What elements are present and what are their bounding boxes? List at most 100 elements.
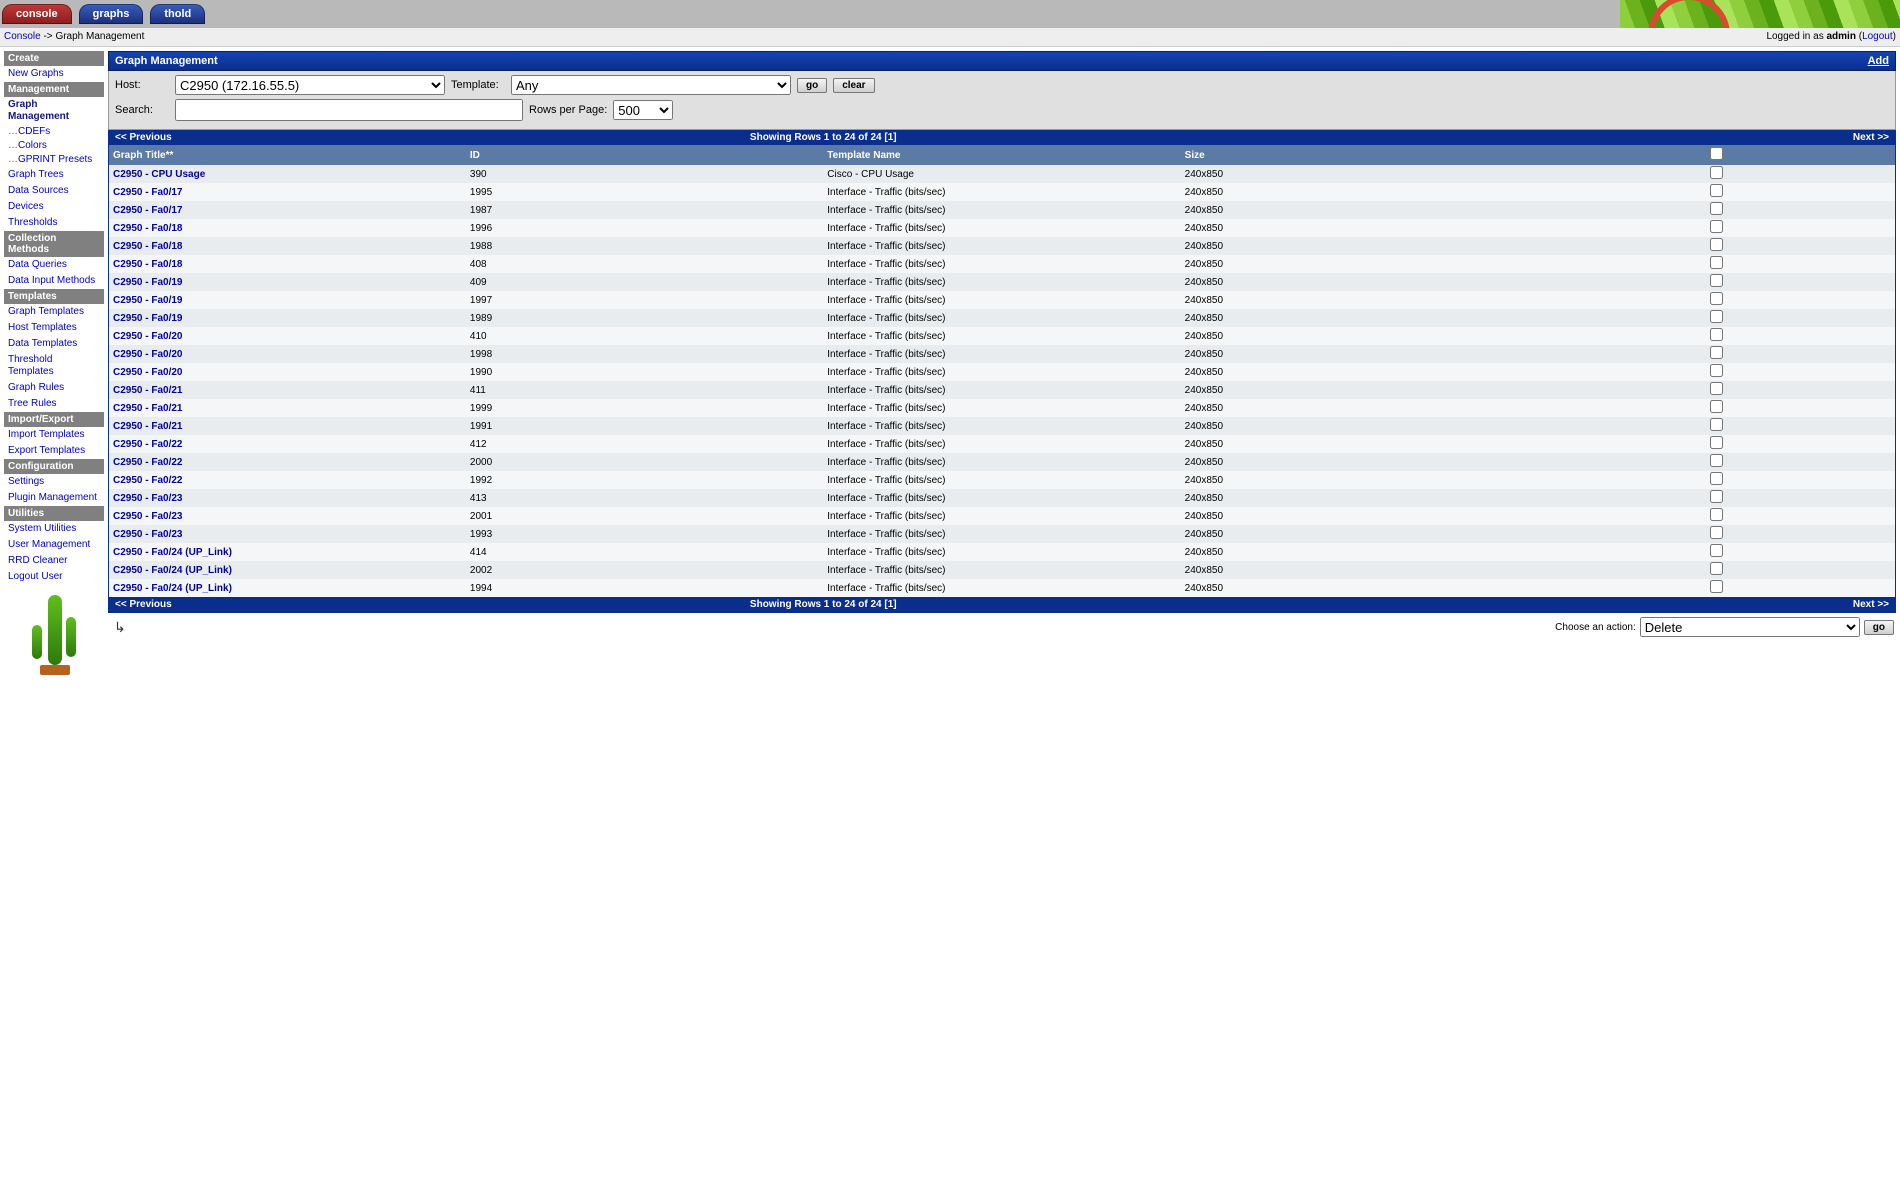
logout-link[interactable]: Logout bbox=[1862, 31, 1893, 42]
graph-title-link[interactable]: C2950 - Fa0/21 bbox=[113, 403, 183, 414]
side-logout-user[interactable]: Logout User bbox=[4, 569, 104, 585]
graph-title-link[interactable]: C2950 - Fa0/23 bbox=[113, 529, 183, 540]
row-checkbox[interactable] bbox=[1710, 328, 1723, 341]
next-link-bottom[interactable]: Next >> bbox=[1853, 599, 1889, 610]
graph-title-link[interactable]: C2950 - Fa0/23 bbox=[113, 511, 183, 522]
graph-title-link[interactable]: C2950 - Fa0/21 bbox=[113, 421, 183, 432]
side-gprint[interactable]: GPRINT Presets bbox=[4, 153, 104, 167]
side-thresholds[interactable]: Thresholds bbox=[4, 215, 104, 231]
rows-per-page-select[interactable]: 500 bbox=[613, 100, 673, 120]
side-devices[interactable]: Devices bbox=[4, 199, 104, 215]
row-checkbox[interactable] bbox=[1710, 274, 1723, 287]
cell-template: Interface - Traffic (bits/sec) bbox=[823, 507, 1180, 525]
row-checkbox[interactable] bbox=[1710, 490, 1723, 503]
row-checkbox[interactable] bbox=[1710, 346, 1723, 359]
side-tree-rules[interactable]: Tree Rules bbox=[4, 396, 104, 412]
graph-title-link[interactable]: C2950 - Fa0/24 (UP_Link) bbox=[113, 565, 232, 576]
row-checkbox[interactable] bbox=[1710, 562, 1723, 575]
row-checkbox[interactable] bbox=[1710, 472, 1723, 485]
graph-title-link[interactable]: C2950 - Fa0/18 bbox=[113, 241, 183, 252]
graph-title-link[interactable]: C2950 - Fa0/23 bbox=[113, 493, 183, 504]
tab-console[interactable]: console bbox=[2, 4, 72, 24]
side-new-graphs[interactable]: New Graphs bbox=[4, 66, 104, 82]
select-all-checkbox[interactable] bbox=[1710, 147, 1723, 160]
cacti-logo-icon bbox=[24, 595, 84, 675]
side-graph-trees[interactable]: Graph Trees bbox=[4, 167, 104, 183]
side-graph-rules[interactable]: Graph Rules bbox=[4, 380, 104, 396]
row-checkbox[interactable] bbox=[1710, 544, 1723, 557]
cell-template: Interface - Traffic (bits/sec) bbox=[823, 273, 1180, 291]
graph-title-link[interactable]: C2950 - Fa0/20 bbox=[113, 367, 183, 378]
graph-title-link[interactable]: C2950 - CPU Usage bbox=[113, 169, 205, 180]
row-checkbox[interactable] bbox=[1710, 220, 1723, 233]
side-settings[interactable]: Settings bbox=[4, 474, 104, 490]
side-data-sources[interactable]: Data Sources bbox=[4, 183, 104, 199]
side-export-tpl[interactable]: Export Templates bbox=[4, 443, 104, 459]
graph-title-link[interactable]: C2950 - Fa0/19 bbox=[113, 313, 183, 324]
row-checkbox[interactable] bbox=[1710, 256, 1723, 269]
add-link[interactable]: Add bbox=[1868, 55, 1889, 67]
row-checkbox[interactable] bbox=[1710, 436, 1723, 449]
row-checkbox[interactable] bbox=[1710, 364, 1723, 377]
graph-title-link[interactable]: C2950 - Fa0/22 bbox=[113, 475, 183, 486]
row-checkbox[interactable] bbox=[1710, 508, 1723, 521]
tab-thold[interactable]: thold bbox=[150, 4, 205, 24]
side-colors[interactable]: Colors bbox=[4, 139, 104, 153]
prev-link-bottom[interactable]: << Previous bbox=[115, 599, 172, 610]
search-input[interactable] bbox=[175, 99, 523, 121]
cell-size: 240x850 bbox=[1181, 363, 1538, 381]
graph-title-link[interactable]: C2950 - Fa0/18 bbox=[113, 223, 183, 234]
row-checkbox[interactable] bbox=[1710, 418, 1723, 431]
graph-title-link[interactable]: C2950 - Fa0/17 bbox=[113, 205, 183, 216]
prev-link-top[interactable]: << Previous bbox=[115, 132, 172, 143]
graph-title-link[interactable]: C2950 - Fa0/22 bbox=[113, 457, 183, 468]
side-sysutil[interactable]: System Utilities bbox=[4, 521, 104, 537]
col-size[interactable]: Size bbox=[1181, 145, 1538, 165]
col-title[interactable]: Graph Title** bbox=[109, 145, 466, 165]
action-go-button[interactable]: go bbox=[1864, 620, 1894, 635]
side-data-input[interactable]: Data Input Methods bbox=[4, 273, 104, 289]
graph-title-link[interactable]: C2950 - Fa0/22 bbox=[113, 439, 183, 450]
host-select[interactable]: C2950 (172.16.55.5) bbox=[175, 75, 445, 95]
graph-title-link[interactable]: C2950 - Fa0/20 bbox=[113, 349, 183, 360]
side-graph-tpl[interactable]: Graph Templates bbox=[4, 304, 104, 320]
col-id[interactable]: ID bbox=[466, 145, 823, 165]
tab-graphs[interactable]: graphs bbox=[79, 4, 144, 24]
next-link-top[interactable]: Next >> bbox=[1853, 132, 1889, 143]
template-select[interactable]: Any bbox=[511, 75, 791, 95]
clear-button[interactable]: clear bbox=[833, 78, 874, 93]
side-thold-tpl[interactable]: Threshold Templates bbox=[4, 352, 104, 380]
row-checkbox[interactable] bbox=[1710, 238, 1723, 251]
side-data-queries[interactable]: Data Queries bbox=[4, 257, 104, 273]
graph-title-link[interactable]: C2950 - Fa0/24 (UP_Link) bbox=[113, 583, 232, 594]
action-select[interactable]: Delete bbox=[1640, 617, 1860, 637]
row-checkbox[interactable] bbox=[1710, 382, 1723, 395]
breadcrumb-root[interactable]: Console bbox=[4, 31, 41, 42]
row-checkbox[interactable] bbox=[1710, 400, 1723, 413]
side-rrdcleaner[interactable]: RRD Cleaner bbox=[4, 553, 104, 569]
row-checkbox[interactable] bbox=[1710, 292, 1723, 305]
graph-title-link[interactable]: C2950 - Fa0/20 bbox=[113, 331, 183, 342]
graph-title-link[interactable]: C2950 - Fa0/19 bbox=[113, 277, 183, 288]
side-graph-management[interactable]: Graph Management bbox=[4, 97, 104, 125]
row-checkbox[interactable] bbox=[1710, 310, 1723, 323]
col-template[interactable]: Template Name bbox=[823, 145, 1180, 165]
row-checkbox[interactable] bbox=[1710, 166, 1723, 179]
row-checkbox[interactable] bbox=[1710, 184, 1723, 197]
row-checkbox[interactable] bbox=[1710, 580, 1723, 593]
graph-title-link[interactable]: C2950 - Fa0/17 bbox=[113, 187, 183, 198]
row-checkbox[interactable] bbox=[1710, 526, 1723, 539]
side-import-tpl[interactable]: Import Templates bbox=[4, 427, 104, 443]
row-checkbox[interactable] bbox=[1710, 202, 1723, 215]
graph-title-link[interactable]: C2950 - Fa0/18 bbox=[113, 259, 183, 270]
side-plugin-mgmt[interactable]: Plugin Management bbox=[4, 490, 104, 506]
side-host-tpl[interactable]: Host Templates bbox=[4, 320, 104, 336]
side-data-tpl[interactable]: Data Templates bbox=[4, 336, 104, 352]
side-usermgmt[interactable]: User Management bbox=[4, 537, 104, 553]
side-cdefs[interactable]: CDEFs bbox=[4, 125, 104, 139]
row-checkbox[interactable] bbox=[1710, 454, 1723, 467]
go-button[interactable]: go bbox=[797, 78, 827, 93]
graph-title-link[interactable]: C2950 - Fa0/24 (UP_Link) bbox=[113, 547, 232, 558]
graph-title-link[interactable]: C2950 - Fa0/21 bbox=[113, 385, 183, 396]
graph-title-link[interactable]: C2950 - Fa0/19 bbox=[113, 295, 183, 306]
